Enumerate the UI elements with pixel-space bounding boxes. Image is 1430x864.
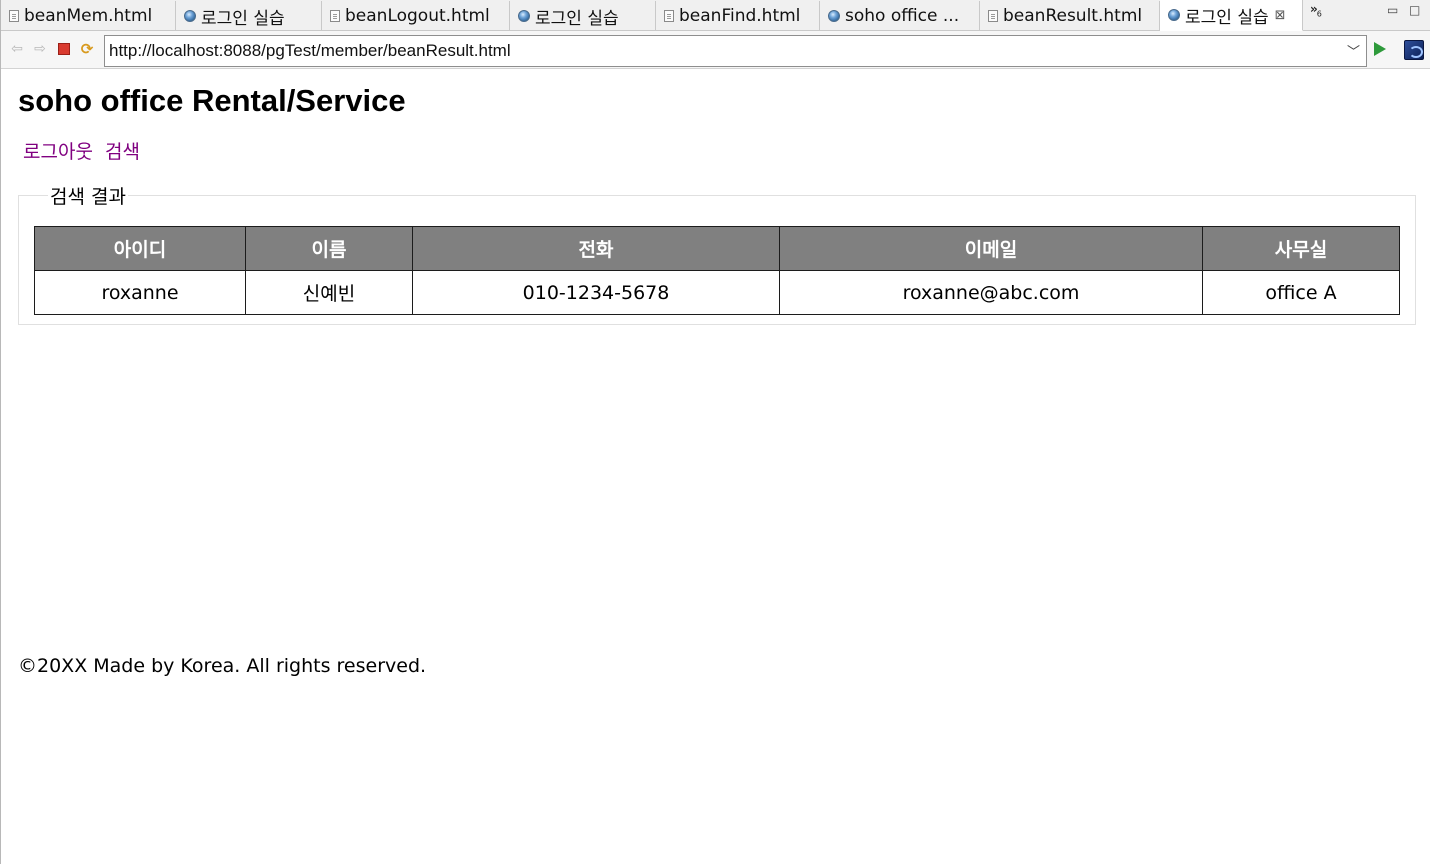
go-icon[interactable] xyxy=(1374,42,1386,56)
cell-id: roxanne xyxy=(34,270,246,315)
chevron-double-icon: » xyxy=(1310,2,1318,16)
tab-label: 로그인 실습 xyxy=(201,8,285,29)
page-title: soho office Rental/Service xyxy=(18,83,406,118)
table-header-row: 아이디 이름 전화 이메일 사무실 xyxy=(34,226,1400,271)
minimize-icon[interactable]: ▭ xyxy=(1387,3,1398,17)
refresh-icon[interactable]: ⟳ xyxy=(79,40,95,58)
cell-name: 신예빈 xyxy=(245,270,413,315)
cell-office: office A xyxy=(1202,270,1400,315)
tab-soho-office[interactable]: soho office ... xyxy=(820,1,980,31)
tab-label: 로그인 실습 xyxy=(1185,7,1269,28)
table-row: roxanne 신예빈 010-1234-5678 roxanne@abc.co… xyxy=(34,270,1400,315)
header-id: 아이디 xyxy=(34,226,246,271)
tab-login-2[interactable]: 로그인 실습 xyxy=(510,1,656,31)
stop-icon[interactable] xyxy=(56,41,72,57)
footer-copyright: ©20XX Made by Korea. All rights reserved… xyxy=(18,655,427,677)
results-legend: 검색 결과 xyxy=(50,186,126,208)
cell-phone: 010-1234-5678 xyxy=(412,270,780,315)
tab-login-1[interactable]: 로그인 실습 xyxy=(176,1,322,31)
tab-label: beanResult.html xyxy=(1003,6,1143,26)
cell-email: roxanne@abc.com xyxy=(779,270,1203,315)
tab-label: beanMem.html xyxy=(24,6,153,26)
tab-overflow-button[interactable]: »6 xyxy=(1310,2,1322,19)
header-phone: 전화 xyxy=(412,226,780,271)
search-link[interactable]: 검색 xyxy=(105,141,140,163)
url-input[interactable]: http://localhost:8088/pgTest/member/bean… xyxy=(104,35,1367,67)
tab-bar: beanMem.html 로그인 실습 beanLogout.html 로그인 … xyxy=(1,0,1430,31)
page-nav-links: 로그아웃 검색 xyxy=(23,137,146,164)
tab-beanresult[interactable]: beanResult.html xyxy=(980,1,1160,31)
chevron-down-icon[interactable]: ﹀ xyxy=(1347,41,1360,60)
maximize-icon[interactable]: □ xyxy=(1409,3,1420,17)
header-office: 사무실 xyxy=(1202,226,1400,271)
close-tab-icon[interactable]: ⊠ xyxy=(1275,8,1286,23)
tab-label: 로그인 실습 xyxy=(535,8,619,29)
globe-icon xyxy=(1168,9,1180,21)
globe-icon xyxy=(518,10,530,22)
back-arrow-icon[interactable]: ⇦ xyxy=(9,41,25,57)
tab-label: soho office ... xyxy=(845,6,960,26)
globe-icon xyxy=(828,10,840,22)
file-icon xyxy=(988,10,998,22)
tab-label: beanFind.html xyxy=(679,6,801,26)
tab-beanfind[interactable]: beanFind.html xyxy=(656,1,820,31)
tab-overflow-count: 6 xyxy=(1316,9,1322,19)
navigation-bar: ⇦ ⇨ ⟳ http://localhost:8088/pgTest/membe… xyxy=(1,31,1430,69)
header-name: 이름 xyxy=(245,226,413,271)
forward-arrow-icon[interactable]: ⇨ xyxy=(32,41,48,57)
logout-link[interactable]: 로그아웃 xyxy=(23,141,93,163)
tab-label: beanLogout.html xyxy=(345,6,490,26)
tab-beanmem[interactable]: beanMem.html xyxy=(1,1,176,31)
file-icon xyxy=(330,10,340,22)
tab-beanlogout[interactable]: beanLogout.html xyxy=(322,1,510,31)
eclipse-browser-icon[interactable] xyxy=(1404,40,1424,60)
browser-window: beanMem.html 로그인 실습 beanLogout.html 로그인 … xyxy=(0,0,1430,864)
tab-login-active[interactable]: 로그인 실습 ⊠ xyxy=(1160,0,1303,31)
file-icon xyxy=(9,10,19,22)
search-results-fieldset: 검색 결과 아이디 이름 전화 이메일 사무실 roxanne 신예빈 010-… xyxy=(18,182,1416,325)
globe-icon xyxy=(184,10,196,22)
file-icon xyxy=(664,10,674,22)
header-email: 이메일 xyxy=(779,226,1203,271)
url-text: http://localhost:8088/pgTest/member/bean… xyxy=(109,41,511,60)
results-table: 아이디 이름 전화 이메일 사무실 roxanne 신예빈 010-1234-5… xyxy=(34,226,1400,315)
